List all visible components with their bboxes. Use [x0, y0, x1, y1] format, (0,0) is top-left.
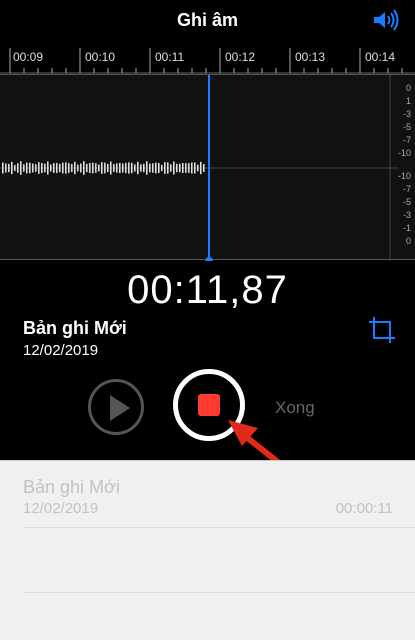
db-label: -3: [402, 109, 411, 119]
tick-label: 00:12: [225, 50, 256, 64]
tick-label: 00:14: [365, 50, 396, 64]
db-label: -7: [402, 184, 411, 194]
list-item-duration: 00:00:11: [335, 500, 393, 517]
divider: [23, 527, 415, 528]
elapsed-time: 00:11,87: [127, 268, 288, 312]
tick-label: 00:11: [155, 50, 185, 64]
db-label: -5: [402, 197, 411, 207]
db-label: -10: [397, 171, 411, 181]
trim-icon[interactable]: [368, 316, 396, 344]
play-button[interactable]: [88, 379, 144, 435]
waveform: [0, 75, 398, 261]
waveform-area[interactable]: 0 1 -3 -5 -7 -10 -10 -7 -5 -3 -1 0: [0, 74, 415, 261]
stop-record-button[interactable]: [173, 369, 245, 441]
timeline-ticks: [0, 48, 415, 74]
timeline-ruler[interactable]: 00:09 00:10 00:11 00:12 00:13 00:14: [0, 44, 415, 74]
play-icon: [110, 395, 130, 421]
recordings-list: Bản ghi Mới 12/02/2019 00:00:11: [0, 460, 415, 640]
db-label: -7: [402, 135, 411, 145]
tick-label: 00:09: [13, 50, 44, 64]
db-label: 0: [405, 236, 411, 246]
divider: [0, 460, 415, 461]
recording-date: 12/02/2019: [23, 342, 99, 359]
db-label: 0: [405, 83, 411, 93]
db-label: -1: [402, 223, 411, 233]
recording-title[interactable]: Bản ghi Mới: [23, 318, 127, 339]
list-item-date: 12/02/2019: [23, 500, 99, 517]
playhead-bottom-handle: [205, 257, 213, 261]
list-item-title: Bản ghi Mới: [23, 477, 120, 497]
screen-title: Ghi âm: [176, 10, 238, 30]
tick-label: 00:10: [85, 50, 116, 64]
divider: [23, 592, 415, 593]
stop-icon: [198, 394, 220, 416]
db-label: -5: [402, 122, 411, 132]
db-label: -3: [402, 210, 411, 220]
done-button[interactable]: Xong: [275, 398, 315, 418]
top-bar: Ghi âm: [0, 0, 415, 40]
db-label: -10: [397, 148, 411, 158]
db-label: 1: [405, 96, 411, 106]
speaker-icon[interactable]: [373, 9, 401, 31]
tick-label: 00:13: [295, 50, 326, 64]
